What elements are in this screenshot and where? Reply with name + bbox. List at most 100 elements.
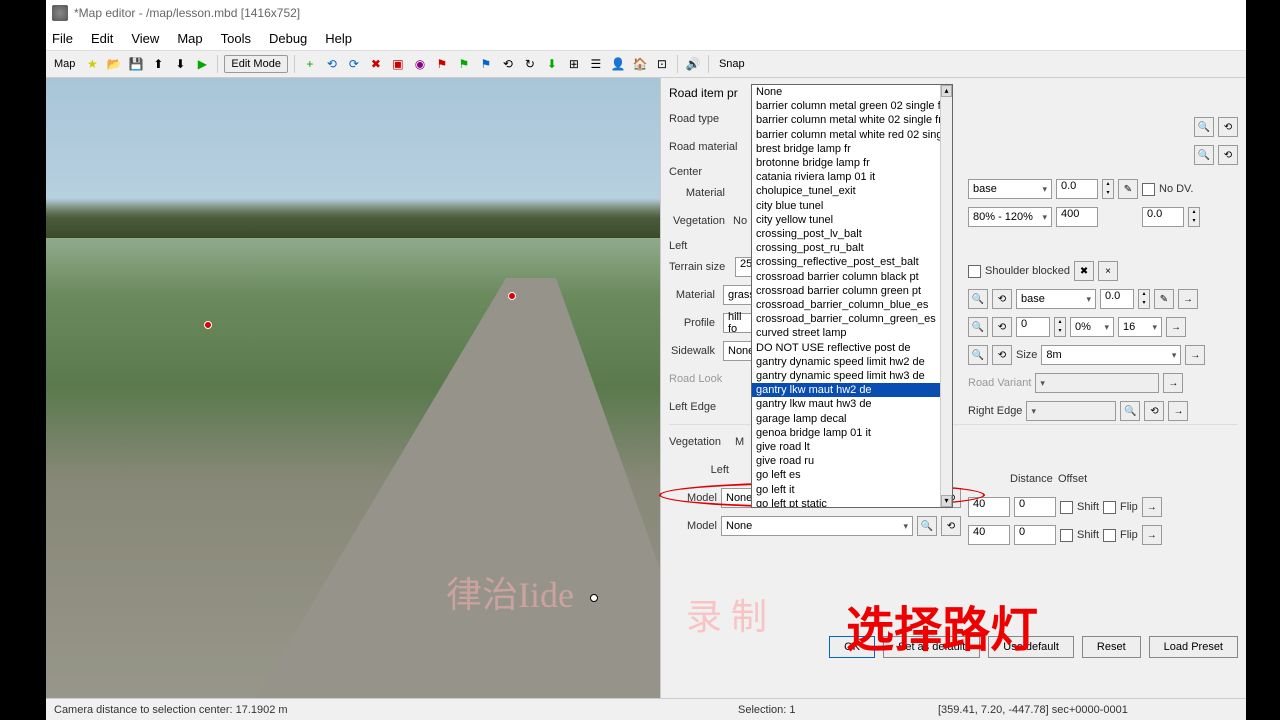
model-combo-2[interactable]: None — [721, 516, 913, 536]
shoulder-check[interactable] — [968, 265, 981, 278]
edit-mode-button[interactable]: Edit Mode — [224, 55, 288, 73]
dropdown-item[interactable]: city blue tunel — [752, 199, 952, 213]
spinner[interactable] — [1138, 289, 1150, 309]
snap-label[interactable]: Snap — [715, 58, 749, 70]
menu-file[interactable]: File — [52, 31, 73, 46]
dropdown-item[interactable]: garage lamp decal — [752, 412, 952, 426]
arrow-icon[interactable]: → — [1163, 373, 1183, 393]
size-combo[interactable]: 8m — [1041, 345, 1181, 365]
menu-view[interactable]: View — [131, 31, 159, 46]
flip-check-2[interactable] — [1103, 529, 1116, 542]
export-icon[interactable]: ⬆ — [149, 55, 167, 73]
sixteen-combo[interactable]: 16 — [1118, 317, 1162, 337]
dropdown-item[interactable]: go left pt static — [752, 497, 952, 508]
save-icon[interactable]: 💾 — [127, 55, 145, 73]
star-icon[interactable]: ★ — [83, 55, 101, 73]
dist-input-2[interactable]: 40 — [968, 525, 1010, 545]
delete-icon[interactable]: ✖ — [367, 55, 385, 73]
search-icon[interactable]: 🔍 — [968, 289, 988, 309]
base-combo[interactable]: base — [968, 179, 1052, 199]
tool-g-icon[interactable]: ☰ — [587, 55, 605, 73]
search-icon[interactable]: 🔍 — [1120, 401, 1140, 421]
spinner[interactable] — [1102, 179, 1114, 199]
menu-help[interactable]: Help — [325, 31, 352, 46]
arrow-icon[interactable]: → — [1142, 525, 1162, 545]
dropdown-item[interactable]: genoa bridge lamp 01 it — [752, 426, 952, 440]
dropdown-item[interactable]: brest bridge lamp fr — [752, 142, 952, 156]
num-input-3[interactable]: 0.0 — [1142, 207, 1184, 227]
play-icon[interactable]: ▶ — [193, 55, 211, 73]
off-input-2[interactable]: 0 — [1014, 525, 1056, 545]
arrow-icon[interactable]: → — [1185, 345, 1205, 365]
dropdown-item[interactable]: gantry dynamic speed limit hw2 de — [752, 355, 952, 369]
open-icon[interactable]: 📂 — [105, 55, 123, 73]
arrow-icon[interactable]: → — [1142, 497, 1162, 517]
num-r2[interactable]: 0 — [1016, 317, 1050, 337]
import-icon[interactable]: ⬇ — [171, 55, 189, 73]
node-marker[interactable] — [508, 292, 516, 300]
pen-icon[interactable]: ✎ — [1154, 289, 1174, 309]
dropdown-item[interactable]: crossing_reflective_post_est_balt — [752, 255, 952, 269]
dropdown-item[interactable]: cholupice_tunel_exit — [752, 184, 952, 198]
arrow-icon[interactable]: → — [1168, 401, 1188, 421]
sound-icon[interactable]: 🔊 — [684, 55, 702, 73]
dropdown-item[interactable]: crossing_post_ru_balt — [752, 241, 952, 255]
dropdown-item[interactable]: city yellow tunel — [752, 213, 952, 227]
dropdown-item[interactable]: barrier column metal white red 02 sing — [752, 128, 952, 142]
tool-b-icon[interactable]: ◉ — [411, 55, 429, 73]
reset-button[interactable]: Reset — [1082, 636, 1141, 658]
shift-check-2[interactable] — [1060, 529, 1073, 542]
dropdown-item[interactable]: crossroad_barrier_column_blue_es — [752, 298, 952, 312]
dropdown-item[interactable]: crossroad barrier column black pt — [752, 270, 952, 284]
num-input-1[interactable]: 0.0 — [1056, 179, 1098, 199]
load-preset-button[interactable]: Load Preset — [1149, 636, 1238, 658]
search-icon[interactable]: 🔍 — [968, 317, 988, 337]
pen-icon[interactable]: ✎ — [1118, 179, 1138, 199]
dropdown-item[interactable]: go left it — [752, 483, 952, 497]
menu-tools[interactable]: Tools — [221, 31, 251, 46]
reset-icon[interactable]: ⟲ — [992, 317, 1012, 337]
dropdown-item[interactable]: DO NOT USE reflective post de — [752, 341, 952, 355]
arrow-icon[interactable]: → — [1166, 317, 1186, 337]
tool-f-icon[interactable]: ⊞ — [565, 55, 583, 73]
flag-blue-icon[interactable]: ⚑ — [477, 55, 495, 73]
flip-check-1[interactable] — [1103, 501, 1116, 514]
dropdown-item[interactable]: brotonne bridge lamp fr — [752, 156, 952, 170]
shift-check-1[interactable] — [1060, 501, 1073, 514]
tool-i-icon[interactable]: 🏠 — [631, 55, 649, 73]
scroll-up-icon[interactable]: ▴ — [941, 85, 952, 97]
dropdown-item[interactable]: give road lt — [752, 440, 952, 454]
scroll-down-icon[interactable]: ▾ — [941, 495, 952, 507]
reset-icon[interactable]: ⟲ — [992, 345, 1012, 365]
menu-map[interactable]: Map — [177, 31, 202, 46]
num-input-2[interactable]: 400 — [1056, 207, 1098, 227]
dropdown-item[interactable]: gantry lkw maut hw3 de — [752, 397, 952, 411]
3d-viewport[interactable]: 律治Iide — [46, 78, 660, 698]
dropdown-item[interactable]: crossroad_barrier_column_green_es — [752, 312, 952, 326]
add-icon[interactable]: + — [301, 55, 319, 73]
tool-j-icon[interactable]: ⊡ — [653, 55, 671, 73]
dist-input-1[interactable]: 40 — [968, 497, 1010, 517]
tool-e-icon[interactable]: ⬇ — [543, 55, 561, 73]
dropdown-item[interactable]: barrier column metal green 02 single fr — [752, 99, 952, 113]
off-input-1[interactable]: 0 — [1014, 497, 1056, 517]
flag-green-icon[interactable]: ⚑ — [455, 55, 473, 73]
spinner[interactable] — [1188, 207, 1200, 227]
tool-h-icon[interactable]: 👤 — [609, 55, 627, 73]
tool-c-icon[interactable]: ⟲ — [499, 55, 517, 73]
base-combo-2[interactable]: base — [1016, 289, 1096, 309]
flag-red-icon[interactable]: ⚑ — [433, 55, 451, 73]
search-icon[interactable]: 🔍 — [1194, 117, 1214, 137]
dropdown-item[interactable]: go left es — [752, 468, 952, 482]
pct0-combo[interactable]: 0% — [1070, 317, 1114, 337]
reset-icon[interactable]: ⟲ — [1218, 145, 1238, 165]
dropdown-item[interactable]: None — [752, 85, 952, 99]
reset-icon[interactable]: ⟲ — [992, 289, 1012, 309]
dropdown-item[interactable]: give road ru — [752, 454, 952, 468]
arrow-icon[interactable]: → — [1178, 289, 1198, 309]
num-r1[interactable]: 0.0 — [1100, 289, 1134, 309]
dropdown-item[interactable]: catania riviera lamp 01 it — [752, 170, 952, 184]
dropdown-item[interactable]: gantry dynamic speed limit hw3 de — [752, 369, 952, 383]
no-dv-check[interactable] — [1142, 183, 1155, 196]
model-dropdown[interactable]: ▴ ▾ Nonebarrier column metal green 02 si… — [751, 84, 953, 508]
